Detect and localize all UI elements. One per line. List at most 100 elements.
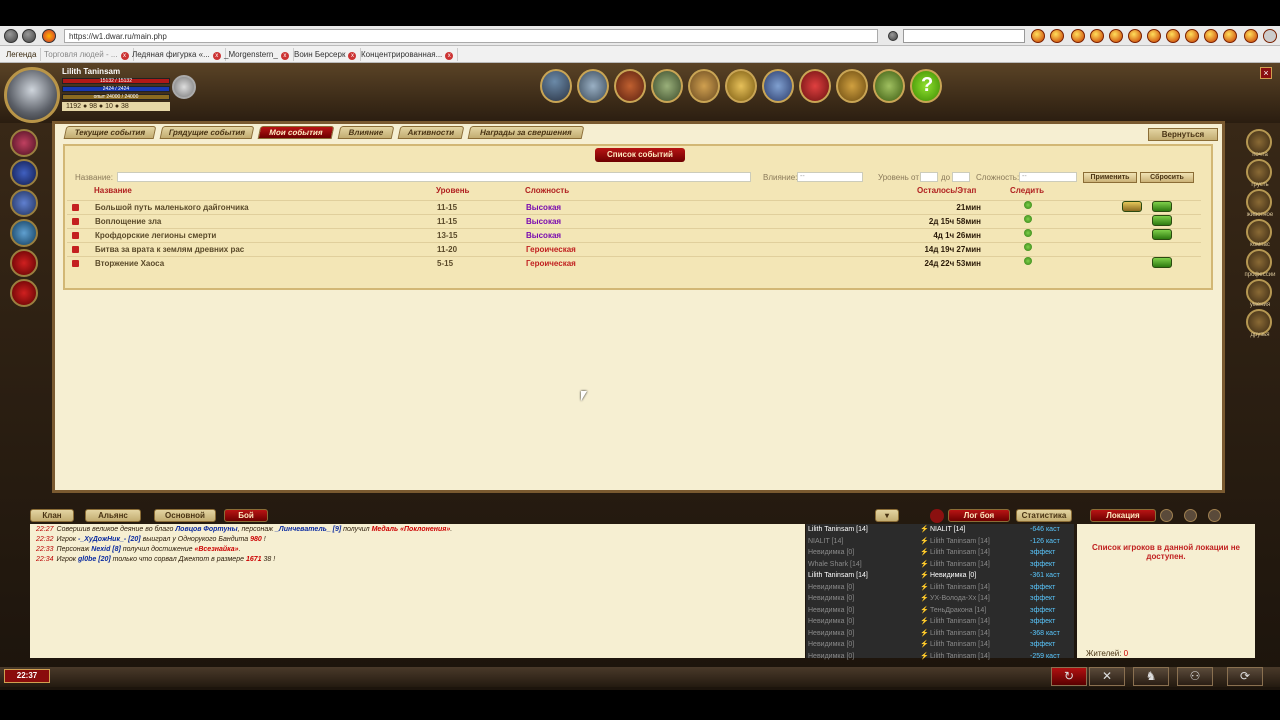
collapse-button[interactable]: ▾ <box>875 509 899 522</box>
addon-icon[interactable] <box>1166 29 1180 43</box>
addon-icon[interactable] <box>1147 29 1161 43</box>
beast-icon[interactable] <box>614 69 646 103</box>
browser-tab[interactable]: _Morgenstern_ x <box>220 48 294 61</box>
target[interactable]: Lilith Taninsam [14] <box>930 616 990 628</box>
attacker[interactable]: Невидимка [0] <box>808 547 854 559</box>
heart-icon[interactable] <box>10 129 38 157</box>
tab-alliance[interactable]: Альянс <box>85 509 141 522</box>
remove-icon[interactable] <box>72 232 79 239</box>
guild-icon[interactable] <box>836 69 868 103</box>
close-icon[interactable]: x <box>280 52 289 60</box>
tab-statistics[interactable]: Статистика <box>1016 509 1072 522</box>
addon-icon[interactable] <box>1185 29 1199 43</box>
castle-icon[interactable] <box>577 69 609 103</box>
target[interactable]: Lilith Taninsam [14] <box>930 628 990 640</box>
tab-clan[interactable]: Клан <box>30 509 74 522</box>
potion-icon[interactable] <box>10 159 38 187</box>
group-icon[interactable] <box>1122 201 1142 212</box>
col-name[interactable]: Название <box>94 186 132 195</box>
swords-icon[interactable] <box>799 69 831 103</box>
addon-icon[interactable] <box>1031 29 1045 43</box>
help-icon[interactable]: ? <box>910 69 942 103</box>
attacker[interactable]: Невидимка [0] <box>808 651 854 663</box>
swords-icon[interactable]: ✕ <box>1089 667 1125 686</box>
attacker[interactable]: Невидимка [0] <box>808 582 854 594</box>
search-icon[interactable] <box>930 509 944 523</box>
tab-main[interactable]: Основной <box>154 509 216 522</box>
skill-icon[interactable] <box>10 279 38 307</box>
coins-icon[interactable] <box>725 69 757 103</box>
attacker[interactable]: Невидимка [0] <box>808 593 854 605</box>
settings-icon[interactable] <box>888 31 898 41</box>
target[interactable]: Lilith Taninsam [14] <box>930 582 990 594</box>
tab-battle-log[interactable]: Лог боя <box>948 509 1010 522</box>
addon-icon[interactable] <box>1071 29 1085 43</box>
follow-icon[interactable] <box>1024 215 1032 223</box>
remove-icon[interactable] <box>72 204 79 211</box>
event-name[interactable]: Битва за врата к землям древних рас <box>95 243 244 257</box>
influence-select[interactable]: -- <box>797 172 863 182</box>
name-filter-input[interactable] <box>117 172 751 182</box>
event-name[interactable]: Воплощение зла <box>95 215 161 229</box>
target[interactable]: Lilith Taninsam [14] <box>930 639 990 651</box>
back-icon[interactable] <box>4 29 18 43</box>
browser-tab[interactable]: Легенда <box>2 48 42 61</box>
col-level[interactable]: Уровень <box>436 186 469 195</box>
remove-icon[interactable] <box>72 218 79 225</box>
map-icon[interactable] <box>762 69 794 103</box>
tab-activities[interactable]: Активности <box>397 126 465 139</box>
target[interactable]: Lilith Taninsam [14] <box>930 536 990 548</box>
tab-current-events[interactable]: Текущие события <box>63 126 157 139</box>
tab-battle[interactable]: Бой <box>224 509 268 522</box>
target[interactable]: Lilith Taninsam [14] <box>930 547 990 559</box>
tab-influence[interactable]: Влияние <box>337 126 395 139</box>
apply-button[interactable]: Применить <box>1083 172 1137 183</box>
tab-upcoming-events[interactable]: Грядущие события <box>159 126 255 139</box>
remove-icon[interactable] <box>72 260 79 267</box>
menu-icon[interactable] <box>1263 29 1277 43</box>
people-icon[interactable]: ⚇ <box>1177 667 1213 686</box>
attacker[interactable]: Невидимка [0] <box>808 639 854 651</box>
addon-icon[interactable] <box>1204 29 1218 43</box>
attacker[interactable]: Невидимка [0] <box>808 628 854 640</box>
join-icon[interactable] <box>1152 201 1172 212</box>
group-icon[interactable]: ♞ <box>1133 667 1169 686</box>
target[interactable]: УХ-Волода-Хх [14] <box>930 593 990 605</box>
forward-icon[interactable] <box>22 29 36 43</box>
addon-icon[interactable] <box>1128 29 1142 43</box>
crown-icon[interactable] <box>172 75 196 99</box>
shield-icon[interactable] <box>10 189 38 217</box>
pause-icon[interactable] <box>1160 509 1173 522</box>
attacker[interactable]: Невидимка [0] <box>808 616 854 628</box>
close-icon[interactable]: x <box>348 52 357 60</box>
settings-icon[interactable] <box>1184 509 1197 522</box>
tab-my-events[interactable]: Мои события <box>257 126 335 139</box>
warrior-icon[interactable] <box>651 69 683 103</box>
attacker[interactable]: NIALIT [14] <box>808 536 843 548</box>
follow-icon[interactable] <box>1024 229 1032 237</box>
browser-tab[interactable]: Ледяная фигурка «... x <box>128 48 226 61</box>
addon-icon[interactable] <box>1050 29 1064 43</box>
avatar[interactable] <box>4 67 60 123</box>
spell-icon[interactable] <box>10 219 38 247</box>
attacker[interactable]: Невидимка [0] <box>808 605 854 617</box>
col-remaining[interactable]: Осталось/Этап <box>917 186 976 195</box>
join-icon[interactable] <box>1152 215 1172 226</box>
character-name[interactable]: Lilith Taninsam <box>62 67 170 76</box>
character-menu-icon[interactable] <box>540 69 572 103</box>
follow-icon[interactable] <box>1024 201 1032 209</box>
tab-location[interactable]: Локация <box>1090 509 1156 522</box>
address-bar[interactable]: https://w1.dwar.ru/main.php <box>64 29 878 43</box>
addon-icon[interactable] <box>1090 29 1104 43</box>
target[interactable]: ТеньДракона [14] <box>930 605 986 617</box>
close-icon[interactable]: x <box>445 52 454 60</box>
reload-icon[interactable] <box>42 29 56 43</box>
follow-icon[interactable] <box>1024 243 1032 251</box>
refresh-icon[interactable]: ⟳ <box>1227 667 1263 686</box>
event-name[interactable]: Вторжение Хаоса <box>95 257 164 271</box>
skill-icon[interactable] <box>10 249 38 277</box>
level-to-input[interactable] <box>952 172 970 182</box>
col-difficulty[interactable]: Сложность <box>525 186 569 195</box>
event-name[interactable]: Крофдорские легионы смерти <box>95 229 216 243</box>
level-from-input[interactable] <box>920 172 938 182</box>
